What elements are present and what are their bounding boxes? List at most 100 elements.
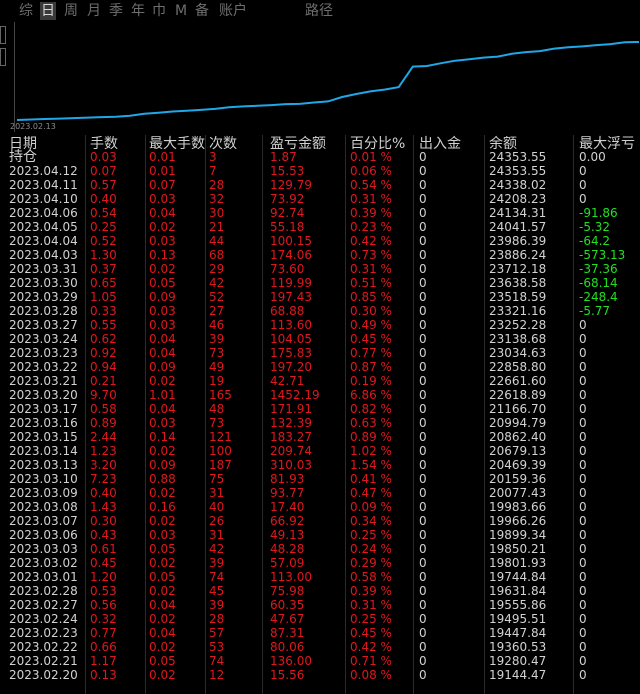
table-row[interactable]: 2023.03.14 1.23 0.02 100 209.74 1.02 % 0 20679.… [0, 444, 640, 458]
cell-max-drawdown: -64.2 [579, 234, 611, 248]
cell-pnl: 183.27 [270, 430, 312, 444]
cell-count: 121 [209, 430, 232, 444]
cell-percent: 0.01 % [350, 150, 392, 164]
table-row[interactable]: 2023.03.23 0.92 0.04 73 175.83 0.77 % 0 23034.6… [0, 346, 640, 360]
cell-deposit: 0 [419, 220, 427, 234]
cell-deposit: 0 [419, 514, 427, 528]
holding-row[interactable]: 持仓 0.03 0.01 3 1.87 0.01 % 0 24353.55 0.00 [0, 150, 640, 164]
table-row[interactable]: 2023.03.08 1.43 0.16 40 17.40 0.09 % 0 19983.66… [0, 500, 640, 514]
table-row[interactable]: 2023.02.20 0.13 0.02 12 15.56 0.08 % 0 19144.47… [0, 668, 640, 682]
cell-pnl: 1.87 [270, 150, 297, 164]
cell-count: 7 [209, 164, 217, 178]
edge-marker [0, 26, 6, 44]
table-row[interactable]: 2023.03.10 7.23 0.88 75 81.93 0.41 % 0 20159.36… [0, 472, 640, 486]
cell-pnl: 68.88 [270, 304, 305, 318]
table-row[interactable]: 2023.03.13 3.20 0.09 187 310.03 1.54 % 0 20469.… [0, 458, 640, 472]
cell-lots: 0.25 [90, 220, 117, 234]
tab-0[interactable]: 综 [18, 2, 34, 20]
tab-5[interactable]: 年 [130, 2, 146, 20]
table-row[interactable]: 2023.03.22 0.94 0.09 49 197.20 0.87 % 0 22858.8… [0, 360, 640, 374]
cell-lots: 2.44 [90, 430, 117, 444]
table-row[interactable]: 2023.04.10 0.40 0.03 32 73.92 0.31 % 0 24208.23… [0, 192, 640, 206]
table-row[interactable]: 2023.04.06 0.54 0.04 30 92.74 0.39 % 0 24134.31… [0, 206, 640, 220]
cell-balance: 19801.93 [489, 556, 547, 570]
table-row[interactable]: 2023.02.27 0.56 0.04 39 60.35 0.31 % 0 19555.86… [0, 598, 640, 612]
cell-balance: 19144.47 [489, 668, 547, 682]
cell-date: 2023.03.16 [9, 416, 78, 430]
cell-balance: 22661.60 [489, 374, 547, 388]
table-row[interactable]: 2023.03.20 9.70 1.01 165 1452.19 6.86 % 0 22618… [0, 388, 640, 402]
table-row[interactable]: 2023.03.31 0.37 0.02 29 73.60 0.31 % 0 23712.18… [0, 262, 640, 276]
cell-pnl: 113.00 [270, 570, 312, 584]
table-row[interactable]: 2023.02.22 0.66 0.02 53 80.06 0.42 % 0 19360.53… [0, 640, 640, 654]
table-row[interactable]: 2023.03.03 0.61 0.05 42 48.28 0.24 % 0 19850.21… [0, 542, 640, 556]
cell-deposit: 0 [419, 416, 427, 430]
table-row[interactable]: 2023.04.05 0.25 0.02 21 55.18 0.23 % 0 24041.57… [0, 220, 640, 234]
cell-max-drawdown: -248.4 [579, 290, 618, 304]
cell-date: 2023.03.20 [9, 388, 78, 402]
cell-date: 2023.03.14 [9, 444, 78, 458]
cell-count: 39 [209, 556, 225, 570]
table-row[interactable]: 2023.03.02 0.45 0.02 39 57.09 0.29 % 0 19801.93… [0, 556, 640, 570]
cell-pnl: 93.77 [270, 486, 305, 500]
cell-count: 46 [209, 318, 225, 332]
cell-deposit: 0 [419, 290, 427, 304]
cell-lots: 0.55 [90, 318, 117, 332]
cell-deposit: 0 [419, 500, 427, 514]
cell-pnl: 81.93 [270, 472, 305, 486]
cell-max-lots: 0.03 [149, 416, 176, 430]
cell-date: 2023.03.27 [9, 318, 78, 332]
tab-4[interactable]: 季 [108, 2, 124, 20]
cell-balance: 23034.63 [489, 346, 547, 360]
cell-balance: 19447.84 [489, 626, 547, 640]
tab-6[interactable]: 巾 [151, 2, 167, 20]
tab-3[interactable]: 月 [86, 2, 102, 20]
cell-count: 48 [209, 402, 225, 416]
table-row[interactable]: 2023.03.24 0.62 0.04 39 104.05 0.45 % 0 23138.6… [0, 332, 640, 346]
table-row[interactable]: 2023.03.07 0.30 0.02 26 66.92 0.34 % 0 19966.26… [0, 514, 640, 528]
cell-pnl: 197.20 [270, 360, 312, 374]
cell-lots: 0.54 [90, 206, 117, 220]
table-row[interactable]: 2023.03.27 0.55 0.03 46 113.60 0.49 % 0 23252.2… [0, 318, 640, 332]
cell-percent: 0.45 % [350, 332, 392, 346]
table-row[interactable]: 2023.04.12 0.07 0.01 7 15.53 0.06 % 0 24353.55 0 [0, 164, 640, 178]
cell-max-drawdown: 0 [579, 402, 587, 416]
table-row[interactable]: 2023.02.24 0.32 0.02 28 47.67 0.25 % 0 19495.51… [0, 612, 640, 626]
table-row[interactable]: 2023.03.16 0.89 0.03 73 132.39 0.63 % 0 20994.7… [0, 416, 640, 430]
cell-percent: 0.73 % [350, 248, 392, 262]
table-row[interactable]: 2023.02.21 1.17 0.05 74 136.00 0.71 % 0 19280.4… [0, 654, 640, 668]
tab-2[interactable]: 周 [63, 2, 79, 20]
table-row[interactable]: 2023.02.23 0.77 0.04 57 87.31 0.45 % 0 19447.84… [0, 626, 640, 640]
tab-10[interactable]: 路径 [304, 2, 334, 20]
table-row[interactable]: 2023.03.06 0.43 0.03 31 49.13 0.25 % 0 19899.34… [0, 528, 640, 542]
cell-balance: 23518.59 [489, 290, 547, 304]
table-row[interactable]: 2023.02.28 0.53 0.02 45 75.98 0.39 % 0 19631.84… [0, 584, 640, 598]
table-row[interactable]: 2023.03.28 0.33 0.03 27 68.88 0.30 % 0 23321.16… [0, 304, 640, 318]
balance-curve-svg [16, 41, 640, 121]
cell-max-drawdown: 0.00 [579, 150, 606, 164]
table-row[interactable]: 2023.04.03 1.30 0.13 68 174.06 0.73 % 0 23886.2… [0, 248, 640, 262]
tab-7[interactable]: M [174, 2, 188, 20]
table-row[interactable]: 2023.03.15 2.44 0.14 121 183.27 0.89 % 0 20862.… [0, 430, 640, 444]
table-row[interactable]: 2023.03.17 0.58 0.04 48 171.91 0.82 % 0 21166.7… [0, 402, 640, 416]
cell-max-lots: 0.02 [149, 584, 176, 598]
cell-balance: 23886.24 [489, 248, 547, 262]
table-row[interactable]: 2023.04.11 0.57 0.07 28 129.79 0.54 % 0 24338.0… [0, 178, 640, 192]
cell-count: 31 [209, 486, 225, 500]
cell-count: 42 [209, 276, 225, 290]
table-row[interactable]: 2023.03.30 0.65 0.05 42 119.99 0.51 % 0 23638.5… [0, 276, 640, 290]
table-row[interactable]: 2023.04.04 0.52 0.03 44 100.15 0.42 % 0 23986.3… [0, 234, 640, 248]
cell-count: 73 [209, 346, 225, 360]
table-row[interactable]: 2023.03.21 0.21 0.02 19 42.71 0.19 % 0 22661.60… [0, 374, 640, 388]
table-row[interactable]: 2023.03.01 1.20 0.05 74 113.00 0.58 % 0 19744.8… [0, 570, 640, 584]
cell-max-lots: 0.09 [149, 290, 176, 304]
tab-9[interactable]: 账户 [218, 2, 248, 20]
table-row[interactable]: 2023.03.09 0.40 0.02 31 93.77 0.47 % 0 20077.43… [0, 486, 640, 500]
cell-max-drawdown: 0 [579, 668, 587, 682]
table-row[interactable]: 2023.03.29 1.05 0.09 52 197.43 0.85 % 0 23518.5… [0, 290, 640, 304]
cell-count: 39 [209, 332, 225, 346]
tab-8[interactable]: 备 [194, 2, 210, 20]
cell-count: 39 [209, 598, 225, 612]
tab-1[interactable]: 日 [40, 2, 56, 20]
cell-date: 2023.03.28 [9, 304, 78, 318]
